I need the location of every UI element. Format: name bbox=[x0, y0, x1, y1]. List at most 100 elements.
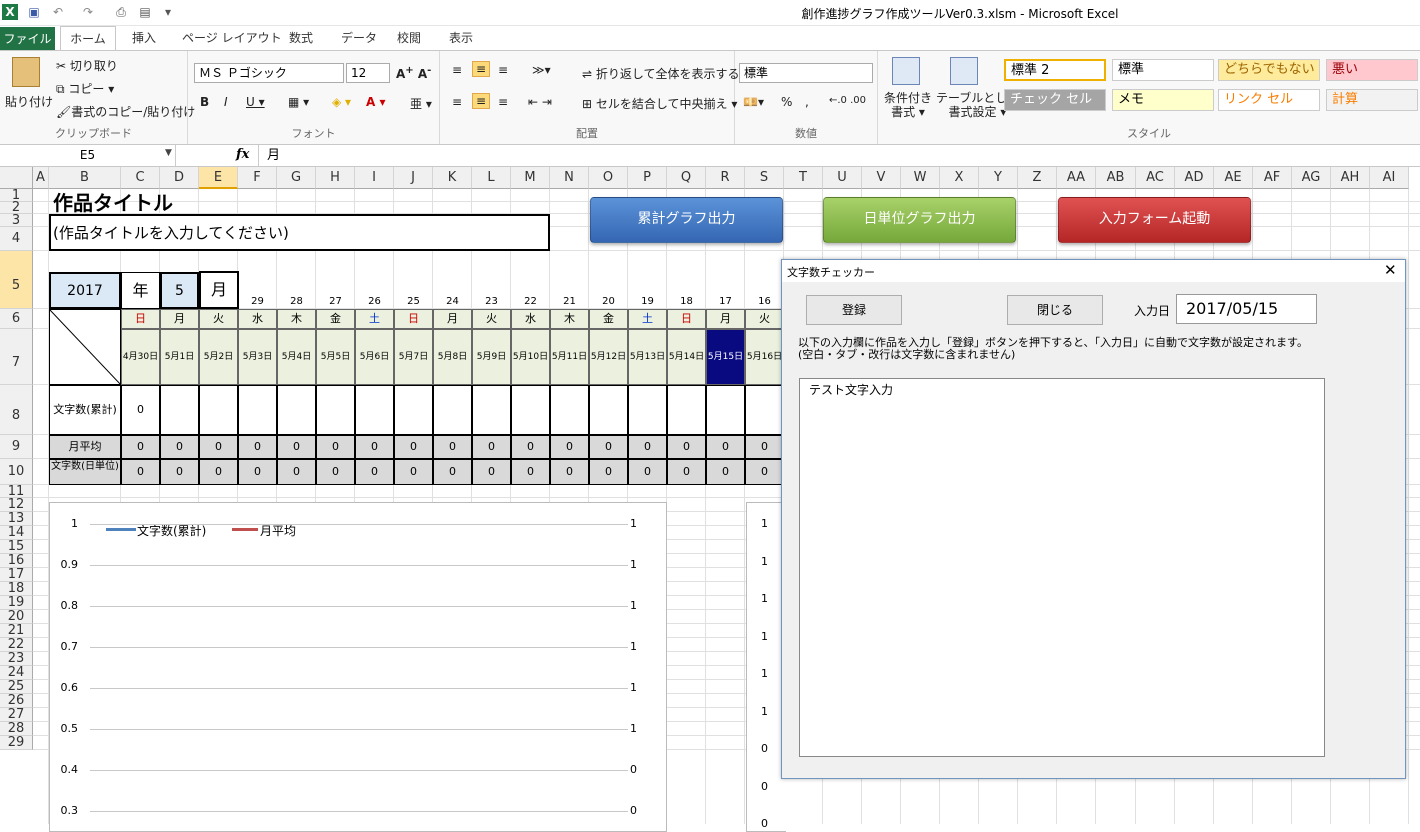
cumulative-cell[interactable] bbox=[316, 385, 355, 435]
register-button[interactable]: 登録 bbox=[806, 295, 902, 325]
accounting-icon[interactable]: 💴▾ bbox=[743, 95, 764, 109]
date-cell[interactable]: 5月15日 bbox=[706, 329, 745, 385]
column-header-H[interactable]: H bbox=[316, 167, 355, 189]
cell-style-5[interactable]: メモ bbox=[1112, 89, 1214, 111]
column-header-T[interactable]: T bbox=[784, 167, 823, 189]
date-cell[interactable]: 5月14日 bbox=[667, 329, 706, 385]
cell-style-2[interactable]: どちらでもない bbox=[1218, 59, 1320, 81]
format-painter-button[interactable]: 🖌書式のコピー/貼り付け bbox=[56, 103, 195, 120]
italic-icon[interactable]: I bbox=[224, 95, 228, 109]
cell-style-0[interactable]: 標準 2 bbox=[1004, 59, 1106, 81]
column-header-C[interactable]: C bbox=[121, 167, 160, 189]
select-all-corner[interactable] bbox=[0, 167, 33, 189]
cumulative-cell[interactable] bbox=[433, 385, 472, 435]
row-header-17[interactable]: 17 bbox=[0, 568, 33, 582]
column-header-B[interactable]: B bbox=[49, 167, 121, 189]
column-header-G[interactable]: G bbox=[277, 167, 316, 189]
column-header-D[interactable]: D bbox=[160, 167, 199, 189]
cumulative-cell[interactable] bbox=[511, 385, 550, 435]
wrap-text-button[interactable]: ⇌ 折り返して全体を表示する bbox=[582, 65, 740, 82]
column-header-L[interactable]: L bbox=[472, 167, 511, 189]
column-header-AD[interactable]: AD bbox=[1175, 167, 1214, 189]
row-header-21[interactable]: 21 bbox=[0, 624, 33, 638]
tab-page-layout[interactable]: ページ レイアウト bbox=[182, 26, 282, 50]
row-header-9[interactable]: 9 bbox=[0, 435, 33, 459]
monthly-avg-cell[interactable]: 0 bbox=[121, 435, 160, 459]
bold-icon[interactable]: B bbox=[200, 95, 209, 109]
column-header-AH[interactable]: AH bbox=[1331, 167, 1370, 189]
row-header-19[interactable]: 19 bbox=[0, 596, 33, 610]
border-icon[interactable]: ▦ ▾ bbox=[288, 95, 309, 109]
row-header-12[interactable]: 12 bbox=[0, 498, 33, 512]
monthly-avg-cell[interactable]: 0 bbox=[355, 435, 394, 459]
monthly-avg-cell[interactable]: 0 bbox=[394, 435, 433, 459]
fx-icon[interactable]: fx bbox=[236, 147, 249, 162]
tab-home[interactable]: ホーム bbox=[60, 26, 116, 51]
row-header-6[interactable]: 6 bbox=[0, 309, 33, 329]
cumulative-cell[interactable] bbox=[745, 385, 784, 435]
date-cell[interactable]: 5月2日 bbox=[199, 329, 238, 385]
row-header-22[interactable]: 22 bbox=[0, 638, 33, 652]
row-header-28[interactable]: 28 bbox=[0, 722, 33, 736]
daily-cell[interactable]: 0 bbox=[121, 459, 160, 485]
date-cell[interactable]: 5月6日 bbox=[355, 329, 394, 385]
tab-formulas[interactable]: 数式 bbox=[289, 26, 313, 50]
column-header-R[interactable]: R bbox=[706, 167, 745, 189]
column-header-Y[interactable]: Y bbox=[979, 167, 1018, 189]
comma-icon[interactable]: , bbox=[805, 95, 809, 109]
text-input-area[interactable]: テスト文字入力 bbox=[799, 378, 1325, 757]
grow-font-icon[interactable]: A+ A- bbox=[396, 65, 431, 81]
daily-cell[interactable]: 0 bbox=[511, 459, 550, 485]
tab-view[interactable]: 表示 bbox=[449, 26, 473, 50]
cut-button[interactable]: ✂ 切り取り bbox=[56, 57, 118, 74]
monthly-avg-cell[interactable]: 0 bbox=[160, 435, 199, 459]
daily-cell[interactable]: 0 bbox=[433, 459, 472, 485]
input-form-button[interactable]: 入力フォーム起動 bbox=[1058, 197, 1251, 243]
daily-cell[interactable]: 0 bbox=[277, 459, 316, 485]
row-header-7[interactable]: 7 bbox=[0, 329, 33, 385]
date-cell[interactable]: 5月16日 bbox=[745, 329, 784, 385]
title-input-cell[interactable]: (作品タイトルを入力してください) bbox=[49, 214, 550, 251]
monthly-avg-cell[interactable]: 0 bbox=[550, 435, 589, 459]
column-header-A[interactable]: A bbox=[33, 167, 49, 189]
column-header-I[interactable]: I bbox=[355, 167, 394, 189]
daily-cell[interactable]: 0 bbox=[472, 459, 511, 485]
row-header-10[interactable]: 10 bbox=[0, 459, 33, 485]
date-cell[interactable]: 5月5日 bbox=[316, 329, 355, 385]
month-label-selected-cell[interactable]: 月 bbox=[199, 271, 239, 309]
column-header-U[interactable]: U bbox=[823, 167, 862, 189]
cumulative-cell[interactable]: 0 bbox=[121, 385, 160, 435]
column-header-AF[interactable]: AF bbox=[1253, 167, 1292, 189]
tab-insert[interactable]: 挿入 bbox=[132, 26, 156, 50]
daily-cell[interactable]: 0 bbox=[745, 459, 784, 485]
column-header-Q[interactable]: Q bbox=[667, 167, 706, 189]
fill-color-icon[interactable]: ◈ ▾ bbox=[332, 95, 351, 109]
daily-cell[interactable]: 0 bbox=[355, 459, 394, 485]
daily-cell[interactable]: 0 bbox=[316, 459, 355, 485]
cumulative-cell[interactable] bbox=[238, 385, 277, 435]
cell-style-1[interactable]: 標準 bbox=[1112, 59, 1214, 81]
date-cell[interactable]: 5月9日 bbox=[472, 329, 511, 385]
cumulative-cell[interactable] bbox=[628, 385, 667, 435]
orientation-icon[interactable]: ≫▾ bbox=[532, 63, 551, 77]
copy-button[interactable]: ⧉ コピー ▾ bbox=[56, 80, 114, 97]
monthly-avg-cell[interactable]: 0 bbox=[589, 435, 628, 459]
align-right-icon[interactable]: ≡ bbox=[498, 95, 508, 109]
date-cell[interactable]: 5月7日 bbox=[394, 329, 433, 385]
column-header-M[interactable]: M bbox=[511, 167, 550, 189]
cell-style-6[interactable]: リンク セル bbox=[1218, 89, 1320, 111]
close-button[interactable]: 閉じる bbox=[1007, 295, 1103, 325]
cumulative-cell[interactable] bbox=[706, 385, 745, 435]
column-header-J[interactable]: J bbox=[394, 167, 433, 189]
daily-cell[interactable]: 0 bbox=[589, 459, 628, 485]
row-header-24[interactable]: 24 bbox=[0, 666, 33, 680]
cell-style-7[interactable]: 計算 bbox=[1326, 89, 1418, 111]
indent-icon[interactable]: ⇤ ⇥ bbox=[528, 95, 552, 109]
row-header-15[interactable]: 15 bbox=[0, 540, 33, 554]
daily-cell[interactable]: 0 bbox=[628, 459, 667, 485]
column-header-P[interactable]: P bbox=[628, 167, 667, 189]
merge-center-button[interactable]: ⊞ セルを結合して中央揃え ▾ bbox=[582, 95, 737, 112]
align-bottom-icon[interactable]: ≡ bbox=[498, 63, 508, 77]
align-center-icon[interactable]: ≡ bbox=[472, 93, 491, 109]
date-input[interactable]: 2017/05/15 bbox=[1176, 294, 1317, 324]
